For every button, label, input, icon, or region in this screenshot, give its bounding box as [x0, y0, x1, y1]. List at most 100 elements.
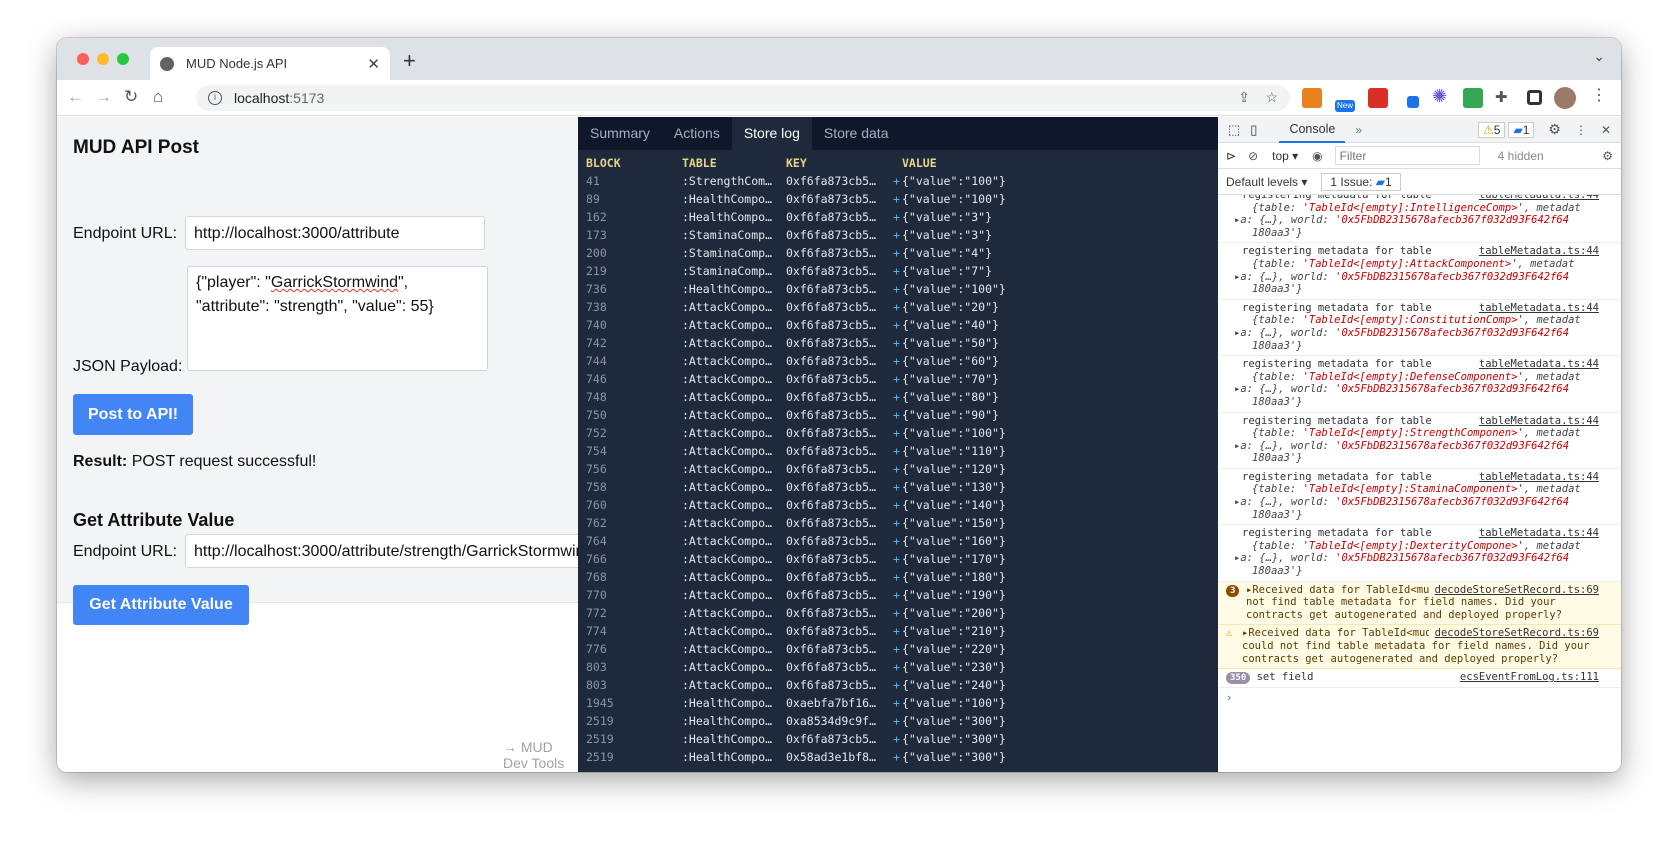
- green-square-icon[interactable]: [1463, 88, 1483, 108]
- mud-dev-tools-link[interactable]: → MUD Dev Tools: [503, 739, 578, 771]
- store-log-row[interactable]: 776:AttackCompo… 0xf6fa873cb5… + {"value":"…: [578, 640, 1218, 658]
- menu-kebab-icon[interactable]: ⋮: [1591, 85, 1611, 105]
- source-link[interactable]: tableMetadata.ts:44: [1479, 415, 1599, 428]
- log-object[interactable]: {table: 'TableId<[empty]:AttackComponent…: [1242, 258, 1599, 271]
- metamask-icon[interactable]: [1302, 88, 1322, 108]
- store-log-row[interactable]: 2519:HealthCompo… 0xf6fa873cb5… + {"value":…: [578, 730, 1218, 748]
- mud-tab-store-log[interactable]: Store log: [731, 117, 812, 150]
- close-tab-icon[interactable]: ✕: [367, 55, 380, 73]
- mud-tab-actions[interactable]: Actions: [662, 117, 732, 150]
- store-log-row[interactable]: 173:StaminaComp… 0xf6fa873cb5… + {"value":"…: [578, 226, 1218, 244]
- clear-console-icon[interactable]: ⊘: [1248, 149, 1258, 163]
- store-log-row[interactable]: 756:AttackCompo… 0xf6fa873cb5… + {"value":"…: [578, 460, 1218, 478]
- json-payload-textarea[interactable]: {"player": "GarrickStormwind", "attribute…: [187, 266, 488, 371]
- store-log-row[interactable]: 748:AttackCompo… 0xf6fa873cb5… + {"value":"…: [578, 388, 1218, 406]
- log-object[interactable]: {table: 'TableId<[empty]:DefenseComponen…: [1242, 371, 1599, 384]
- console-settings-icon[interactable]: ⚙: [1602, 149, 1613, 163]
- store-log-row[interactable]: 742:AttackCompo… 0xf6fa873cb5… + {"value":"…: [578, 334, 1218, 352]
- sidebar-toggle-icon[interactable]: ⊳: [1226, 149, 1236, 163]
- log-object[interactable]: {table: 'TableId<[empty]:StaminaComponen…: [1242, 483, 1599, 496]
- source-link[interactable]: tableMetadata.ts:44: [1479, 471, 1599, 484]
- default-levels-dropdown[interactable]: Default levels ▾: [1226, 175, 1307, 189]
- source-link[interactable]: tableMetadata.ts:44: [1479, 195, 1599, 202]
- live-expression-eye-icon[interactable]: ◉: [1312, 149, 1322, 163]
- log-object[interactable]: {table: 'TableId<[empty]:StrengthCompone…: [1242, 427, 1599, 440]
- mud-tab-store-data[interactable]: Store data: [812, 117, 901, 150]
- store-log-row[interactable]: 750:AttackCompo… 0xf6fa873cb5… + {"value":"…: [578, 406, 1218, 424]
- back-icon[interactable]: ←: [67, 87, 84, 107]
- store-log-row[interactable]: 744:AttackCompo… 0xf6fa873cb5… + {"value":"…: [578, 352, 1218, 370]
- extension-red-icon[interactable]: [1368, 88, 1388, 108]
- store-log-row[interactable]: 41:StrengthCom… 0xf6fa873cb5… + {"value":"1…: [578, 172, 1218, 190]
- store-log-row[interactable]: 1945:HealthCompo… 0xaebfa7bf16… + {"value":…: [578, 694, 1218, 712]
- filter-input[interactable]: Filter: [1334, 146, 1480, 165]
- store-log-row[interactable]: 766:AttackCompo… 0xf6fa873cb5… + {"value":"…: [578, 550, 1218, 568]
- source-link[interactable]: tableMetadata.ts:44: [1479, 245, 1599, 258]
- store-log-row[interactable]: 803:AttackCompo… 0xf6fa873cb5… + {"value":"…: [578, 658, 1218, 676]
- site-info-icon[interactable]: i: [208, 91, 222, 105]
- browser-tab[interactable]: MUD Node.js API ✕: [150, 47, 390, 80]
- store-log-row[interactable]: 736:HealthCompo… 0xf6fa873cb5… + {"value":"…: [578, 280, 1218, 298]
- console-prompt[interactable]: ›: [1218, 688, 1621, 708]
- tab-search-chevron-icon[interactable]: ⌄: [1593, 48, 1605, 65]
- store-log-row[interactable]: 770:AttackCompo… 0xf6fa873cb5… + {"value":"…: [578, 586, 1218, 604]
- get-attribute-button[interactable]: Get Attribute Value: [73, 585, 249, 625]
- store-log-row[interactable]: 738:AttackCompo… 0xf6fa873cb5… + {"value":"…: [578, 298, 1218, 316]
- store-log-row[interactable]: 752:AttackCompo… 0xf6fa873cb5… + {"value":"…: [578, 424, 1218, 442]
- device-toolbar-icon[interactable]: ▯: [1250, 122, 1257, 138]
- settings-gear-icon[interactable]: ⚙: [1548, 121, 1561, 138]
- store-log-row[interactable]: 2519:HealthCompo… 0xa8534d9c9f… + {"value":…: [578, 712, 1218, 730]
- store-log-row[interactable]: 740:AttackCompo… 0xf6fa873cb5… + {"value":"…: [578, 316, 1218, 334]
- issues-button[interactable]: 1 Issue: ▰1: [1321, 172, 1401, 191]
- sparkle-icon[interactable]: ✺: [1432, 86, 1452, 106]
- eyedropper-icon[interactable]: [1407, 96, 1419, 108]
- reload-icon[interactable]: ↻: [124, 87, 138, 107]
- store-log-row[interactable]: 746:AttackCompo… 0xf6fa873cb5… + {"value":"…: [578, 370, 1218, 388]
- store-log-row[interactable]: 758:AttackCompo… 0xf6fa873cb5… + {"value":"…: [578, 478, 1218, 496]
- store-log-row[interactable]: 754:AttackCompo… 0xf6fa873cb5… + {"value":"…: [578, 442, 1218, 460]
- get-endpoint-input[interactable]: http://localhost:3000/attribute/strength…: [185, 534, 585, 568]
- home-icon[interactable]: ⌂: [153, 87, 163, 107]
- puzzle-icon[interactable]: ✚: [1495, 88, 1515, 108]
- minimize-window-button[interactable]: [97, 53, 109, 65]
- source-link[interactable]: decodeStoreSetRecord.ts:69: [1428, 583, 1599, 597]
- log-object[interactable]: {table: 'TableId<[empty]:DexterityCompon…: [1242, 540, 1599, 553]
- store-log-row[interactable]: 764:AttackCompo… 0xf6fa873cb5… + {"value":"…: [578, 532, 1218, 550]
- mud-tab-summary[interactable]: Summary: [578, 117, 662, 150]
- address-bar[interactable]: i localhost:5173 ⇪ ☆: [196, 85, 1290, 111]
- source-link[interactable]: tableMetadata.ts:44: [1479, 527, 1599, 540]
- inspect-element-icon[interactable]: ⬚: [1228, 122, 1240, 138]
- log-object[interactable]: {table: 'TableId<[empty]:ConstitutionCom…: [1242, 314, 1599, 327]
- source-link[interactable]: decodeStoreSetRecord.ts:69: [1428, 627, 1599, 640]
- new-tab-button[interactable]: +: [403, 48, 416, 74]
- store-log-row[interactable]: 768:AttackCompo… 0xf6fa873cb5… + {"value":"…: [578, 568, 1218, 586]
- maximize-window-button[interactable]: [117, 53, 129, 65]
- more-tabs-icon[interactable]: »: [1355, 123, 1362, 137]
- store-log-row[interactable]: 89:HealthCompo… 0xf6fa873cb5… + {"value":"1…: [578, 190, 1218, 208]
- source-link[interactable]: ecsEventFromLog.ts:111: [1460, 671, 1599, 684]
- close-window-button[interactable]: [77, 53, 89, 65]
- new-badge-icon[interactable]: New: [1335, 100, 1355, 112]
- forward-icon[interactable]: →: [95, 87, 112, 107]
- source-link[interactable]: tableMetadata.ts:44: [1479, 358, 1599, 371]
- close-devtools-icon[interactable]: ✕: [1601, 123, 1611, 137]
- endpoint-input[interactable]: http://localhost:3000/attribute: [185, 216, 485, 250]
- context-select[interactable]: top ▾: [1272, 149, 1298, 163]
- store-log-row[interactable]: 2519:HealthCompo… 0x58ad3e1bf8… + {"value":…: [578, 748, 1218, 766]
- bookmark-star-icon[interactable]: ☆: [1265, 89, 1278, 106]
- store-log-row[interactable]: 772:AttackCompo… 0xf6fa873cb5… + {"value":"…: [578, 604, 1218, 622]
- share-icon[interactable]: ⇪: [1238, 89, 1250, 106]
- log-object[interactable]: {table: 'TableId<[empty]:IntelligenceCom…: [1242, 202, 1599, 215]
- source-link[interactable]: tableMetadata.ts:44: [1479, 302, 1599, 315]
- messages-badge[interactable]: ▰1: [1508, 121, 1535, 138]
- store-log-row[interactable]: 219:StaminaComp… 0xf6fa873cb5… + {"value":"…: [578, 262, 1218, 280]
- store-log-row[interactable]: 162:HealthCompo… 0xf6fa873cb5… + {"value":"…: [578, 208, 1218, 226]
- store-log-row[interactable]: 774:AttackCompo… 0xf6fa873cb5… + {"value":"…: [578, 622, 1218, 640]
- warnings-badge[interactable]: ⚠5: [1478, 121, 1506, 138]
- post-to-api-button[interactable]: Post to API!: [73, 394, 193, 435]
- store-log-row[interactable]: 760:AttackCompo… 0xf6fa873cb5… + {"value":"…: [578, 496, 1218, 514]
- tab-console[interactable]: Console: [1279, 117, 1346, 143]
- store-log-row[interactable]: 803:AttackCompo… 0xf6fa873cb5… + {"value":"…: [578, 676, 1218, 694]
- sidepanel-icon[interactable]: [1527, 90, 1542, 105]
- profile-avatar[interactable]: [1554, 87, 1576, 109]
